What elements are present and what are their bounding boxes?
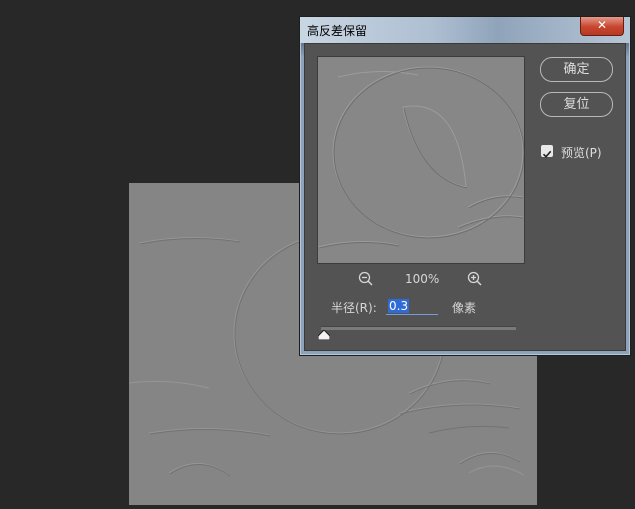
preview-label: 预览(P) [561, 146, 602, 160]
filter-preview[interactable] [317, 56, 525, 264]
preview-checkbox[interactable] [541, 145, 553, 158]
radius-value[interactable]: 0.3 [388, 299, 410, 313]
zoom-controls: 100% [357, 270, 487, 288]
close-button[interactable]: ✕ [580, 17, 624, 36]
reset-button[interactable]: 复位 [540, 92, 613, 117]
close-icon: ✕ [596, 18, 608, 32]
zoom-out-button[interactable] [357, 270, 375, 288]
high-pass-dialog: 高反差保留 ✕ 100% 半径(R): 0.3 像素 确定 复位 预览(P) [299, 16, 631, 356]
radius-slider-track[interactable] [321, 326, 516, 330]
zoom-level: 100% [405, 272, 440, 286]
ok-button[interactable]: 确定 [540, 57, 613, 82]
preview-checkbox-row[interactable]: 预览(P) [541, 144, 621, 160]
dialog-title: 高反差保留 [307, 24, 368, 38]
dialog-titlebar[interactable]: 高反差保留 ✕ [300, 17, 630, 43]
dialog-body: 100% 半径(R): 0.3 像素 确定 复位 预览(P) [304, 43, 626, 351]
radius-label: 半径(R): [331, 301, 377, 315]
radius-slider-thumb[interactable] [318, 330, 330, 340]
radius-row: 半径(R): 0.3 像素 [331, 297, 531, 317]
checkmark-icon [542, 150, 552, 158]
radius-unit: 像素 [452, 301, 477, 315]
zoom-out-icon [358, 271, 373, 286]
zoom-in-button[interactable] [466, 270, 484, 288]
preview-image [318, 66, 524, 249]
zoom-in-icon [467, 271, 482, 286]
